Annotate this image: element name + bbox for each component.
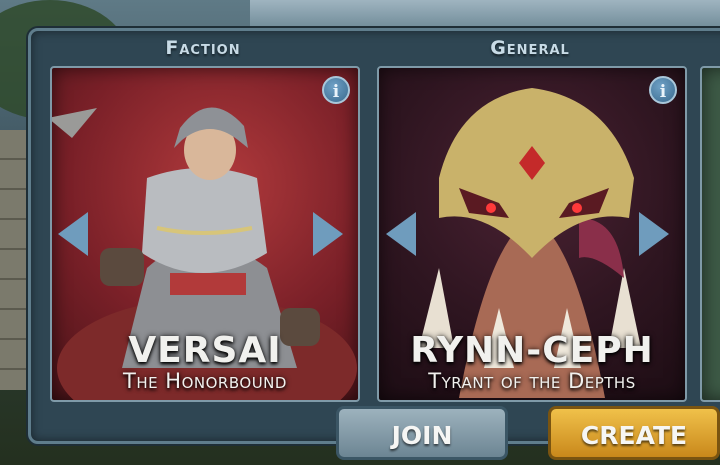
background-sky (250, 0, 720, 30)
general-column-title: General (490, 37, 570, 59)
faction-name: VERSAI (128, 330, 282, 371)
create-button[interactable]: CREATE (548, 406, 720, 460)
general-info-button[interactable]: i (649, 76, 677, 104)
next-card-peek (700, 66, 720, 402)
faction-column-title: Faction (165, 37, 241, 59)
general-name: RYNN-CEPH (410, 330, 654, 371)
general-next-arrow-icon[interactable] (639, 212, 669, 256)
faction-prev-arrow-icon[interactable] (58, 212, 88, 256)
faction-info-button[interactable]: i (322, 76, 350, 104)
general-prev-arrow-icon[interactable] (386, 212, 416, 256)
faction-subtitle: The Honorbound (123, 369, 287, 393)
general-subtitle: Tyrant of the Depths (428, 369, 636, 393)
join-button[interactable]: JOIN (336, 406, 508, 460)
faction-next-arrow-icon[interactable] (313, 212, 343, 256)
